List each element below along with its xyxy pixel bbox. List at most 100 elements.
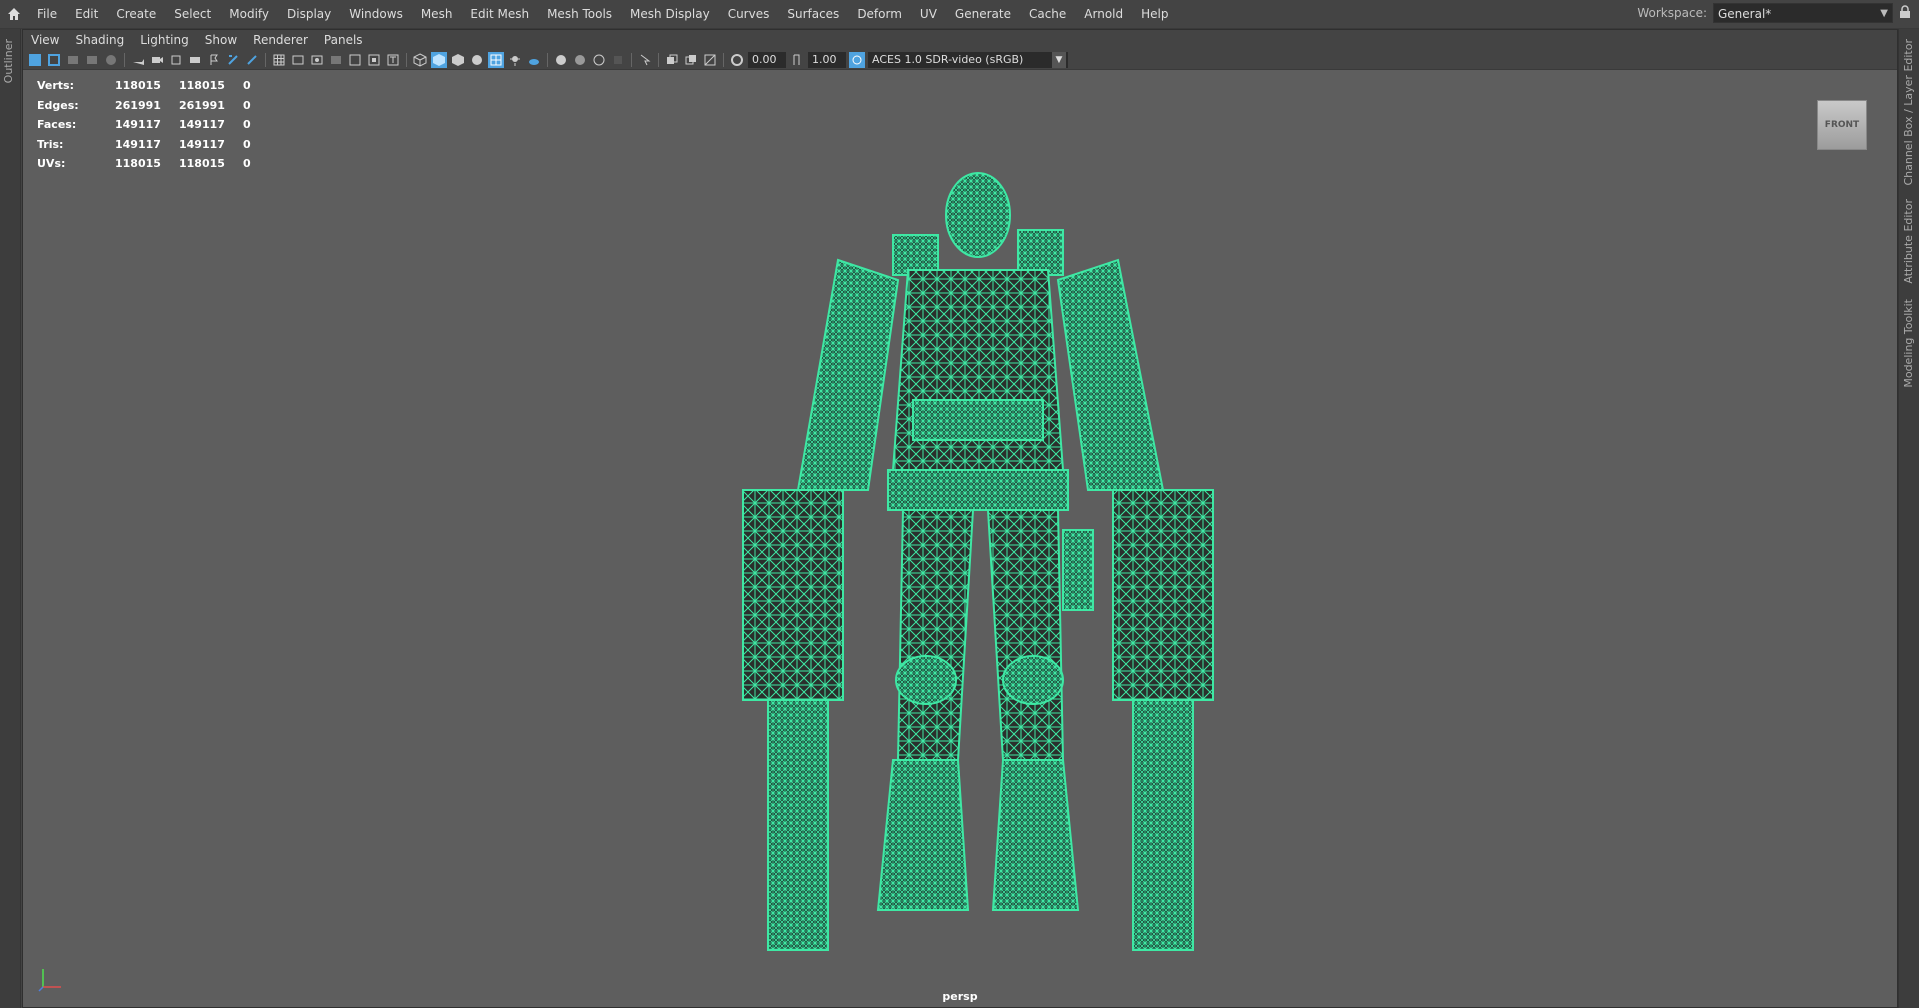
hud-value-selected: 0 — [243, 137, 251, 151]
hud-label: Edges: — [37, 98, 79, 112]
workspace-label: Workspace: — [1637, 6, 1707, 20]
isolate-select-icon[interactable] — [637, 52, 653, 68]
hud-value-selected: 0 — [243, 98, 251, 112]
gamma-icon[interactable] — [789, 52, 805, 68]
shadows-icon[interactable] — [526, 52, 542, 68]
anti-aliasing-icon[interactable] — [591, 52, 607, 68]
wireframe-icon[interactable] — [412, 52, 428, 68]
frame-all-icon[interactable] — [366, 52, 382, 68]
hud-value-visible: 149117 — [179, 137, 225, 151]
hud-value-scene: 261991 — [115, 98, 161, 112]
menu-select[interactable]: Select — [165, 0, 220, 28]
hud-label: Verts: — [37, 79, 75, 93]
menu-generate[interactable]: Generate — [946, 0, 1020, 28]
hud-row-uvs: UVs: 118015 118015 0 — [37, 154, 273, 174]
wireframe-on-shaded-icon[interactable] — [450, 52, 466, 68]
menu-curves[interactable]: Curves — [719, 0, 779, 28]
safe-action-icon[interactable] — [290, 52, 306, 68]
gamma-field[interactable]: 1.00 — [808, 51, 846, 68]
gate-icon[interactable] — [328, 52, 344, 68]
view-transform-value: ACES 1.0 SDR-video (sRGB) — [872, 52, 1024, 66]
isolate-icon[interactable] — [347, 52, 363, 68]
menu-display[interactable]: Display — [278, 0, 340, 28]
right-tab-strip: Channel Box / Layer Editor Attribute Edi… — [1898, 29, 1919, 1008]
image-plane-icon[interactable] — [84, 52, 100, 68]
motion-blur-icon[interactable] — [572, 52, 588, 68]
lock-icon[interactable] — [1899, 4, 1911, 22]
home-icon[interactable] — [0, 0, 28, 28]
hud-value-visible: 149117 — [179, 118, 225, 132]
menu-modify[interactable]: Modify — [220, 0, 278, 28]
menu-edit-mesh[interactable]: Edit Mesh — [461, 0, 538, 28]
tab-channel-box[interactable]: Channel Box / Layer Editor — [1902, 39, 1915, 186]
menu-mesh[interactable]: Mesh — [412, 0, 462, 28]
lights-icon[interactable] — [507, 52, 523, 68]
camera-attributes-icon[interactable] — [46, 52, 62, 68]
textured-icon[interactable] — [469, 52, 485, 68]
workspace-dropdown[interactable]: General* ▼ — [1713, 3, 1893, 23]
workspace-selector: Workspace: General* ▼ — [1637, 3, 1911, 23]
menu-mesh-tools[interactable]: Mesh Tools — [538, 0, 621, 28]
backface-culling-icon[interactable] — [702, 52, 718, 68]
menu-file[interactable]: File — [28, 0, 66, 28]
hud-row-edges: Edges: 261991 261991 0 — [37, 96, 273, 116]
viewport-panel[interactable]: View Shading Lighting Show Renderer Pane… — [22, 29, 1898, 1008]
panel-menu-panels[interactable]: Panels — [316, 30, 371, 50]
gate-mask-icon[interactable] — [225, 52, 241, 68]
select-camera-icon[interactable] — [27, 52, 43, 68]
chevron-down-icon: ▼ — [1880, 8, 1888, 19]
depth-of-field-icon[interactable] — [610, 52, 626, 68]
menu-cache[interactable]: Cache — [1020, 0, 1075, 28]
xray-icon[interactable] — [488, 51, 504, 68]
hud-row-faces: Faces: 149117 149117 0 — [37, 115, 273, 135]
menu-help[interactable]: Help — [1132, 0, 1177, 28]
resolution-gate-icon[interactable] — [206, 52, 222, 68]
view-transform-dropdown[interactable]: ACES 1.0 SDR-video (sRGB) ▼ — [868, 51, 1068, 68]
left-tab-strip: Outliner — [0, 29, 21, 1008]
menu-create[interactable]: Create — [107, 0, 165, 28]
panel-menu-lighting[interactable]: Lighting — [132, 30, 197, 50]
grid-icon[interactable] — [271, 52, 287, 68]
field-chart-icon[interactable] — [244, 52, 260, 68]
panel-menu-shading[interactable]: Shading — [67, 30, 132, 50]
hud-value-scene: 149117 — [115, 118, 161, 132]
toolbar-separator — [265, 52, 266, 67]
panel-menubar: View Shading Lighting Show Renderer Pane… — [23, 30, 1897, 50]
exposure-icon[interactable] — [729, 52, 745, 68]
grease-pencil-icon[interactable] — [130, 52, 146, 68]
tab-outliner[interactable]: Outliner — [2, 39, 15, 83]
2d-pan-zoom-icon[interactable] — [103, 52, 119, 68]
bookmark-icon[interactable] — [65, 52, 81, 68]
menu-surfaces[interactable]: Surfaces — [778, 0, 848, 28]
menu-windows[interactable]: Windows — [340, 0, 412, 28]
tab-attribute-editor[interactable]: Attribute Editor — [1902, 199, 1915, 284]
film-gate-icon[interactable] — [187, 52, 203, 68]
safe-title-icon[interactable] — [309, 52, 325, 68]
menu-mesh-display[interactable]: Mesh Display — [621, 0, 719, 28]
menu-deform[interactable]: Deform — [848, 0, 911, 28]
color-management-icon[interactable] — [849, 51, 865, 68]
panel-menu-view[interactable]: View — [23, 30, 67, 50]
wireframe-character-model[interactable] — [608, 160, 1328, 980]
text-icon[interactable] — [385, 52, 401, 68]
tab-modeling-toolkit[interactable]: Modeling Toolkit — [1902, 299, 1915, 388]
menu-uv[interactable]: UV — [911, 0, 946, 28]
hud-value-selected: 0 — [243, 118, 251, 132]
main-menubar: File Edit Create Select Modify Display W… — [0, 0, 1919, 29]
menu-edit[interactable]: Edit — [66, 0, 107, 28]
panel-menu-renderer[interactable]: Renderer — [245, 30, 316, 50]
ambient-occlusion-icon[interactable] — [553, 52, 569, 68]
smooth-shade-icon[interactable] — [431, 51, 447, 68]
chevron-down-icon: ▼ — [1052, 51, 1066, 68]
hud-value-scene: 149117 — [115, 137, 161, 151]
hud-row-tris: Tris: 149117 149117 0 — [37, 135, 273, 155]
camera-settings-icon[interactable] — [168, 52, 184, 68]
menu-arnold[interactable]: Arnold — [1075, 0, 1132, 28]
camera-icon[interactable] — [149, 52, 165, 68]
view-cube[interactable]: FRONT — [1817, 100, 1867, 150]
xray-joints-icon[interactable] — [664, 52, 680, 68]
panel-menu-show[interactable]: Show — [197, 30, 245, 50]
toolbar-separator — [406, 52, 407, 67]
exposure-field[interactable]: 0.00 — [748, 51, 786, 68]
xray-active-icon[interactable] — [683, 52, 699, 68]
